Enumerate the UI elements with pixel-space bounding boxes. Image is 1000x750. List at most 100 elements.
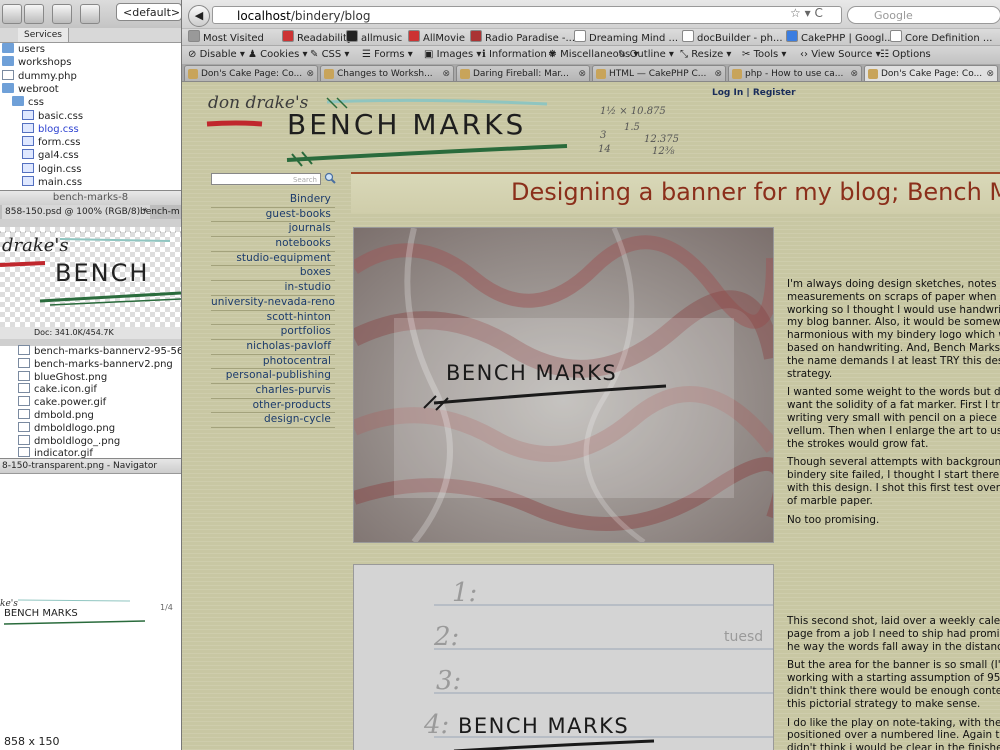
- site-search-input[interactable]: Search: [211, 173, 321, 185]
- nav-link[interactable]: other-products: [211, 399, 335, 414]
- post-photo-marble[interactable]: BENCH MARKS: [353, 227, 774, 543]
- bookmark-item[interactable]: Readability: [282, 30, 353, 44]
- undo-icon[interactable]: [52, 4, 72, 24]
- tree-item[interactable]: login.css: [0, 162, 81, 176]
- reload-icon[interactable]: C: [814, 6, 822, 20]
- nav-link[interactable]: university-nevada-reno: [211, 296, 335, 311]
- file-icon: [22, 176, 34, 186]
- close-icon[interactable]: ⊗: [578, 66, 586, 81]
- bookmark-item[interactable]: Dreaming Mind ...: [574, 30, 678, 44]
- nav-link[interactable]: design-cycle: [211, 413, 335, 428]
- tree-item[interactable]: cake.power.gif: [0, 396, 106, 409]
- tree-item[interactable]: blueGhost.png: [0, 370, 107, 384]
- webdev-menu-options[interactable]: ☷ Options: [880, 48, 931, 62]
- ps-tab-active[interactable]: 858-150.psd @ 100% (RGB/8) *: [2, 205, 151, 219]
- tree-item[interactable]: blog.css: [0, 122, 79, 136]
- ps-tab[interactable]: bench-m: [140, 205, 180, 219]
- browser-tab[interactable]: HTML — CakePHP C... ⊗: [592, 65, 726, 81]
- bookmark-item[interactable]: CakePHP | Googl...: [786, 30, 894, 44]
- dropdown-icon[interactable]: ▾: [805, 6, 811, 20]
- folder-icon[interactable]: [2, 4, 22, 24]
- browser-tab[interactable]: Don's Cake Page: Co... ⊗: [184, 65, 318, 81]
- tab-projects[interactable]: [0, 28, 19, 42]
- browser-tab[interactable]: Changes to Worksh... ⊗: [320, 65, 454, 81]
- webdev-menu-outline[interactable]: ✎ Outline ▾: [618, 48, 674, 62]
- nav-link[interactable]: notebooks: [211, 237, 335, 252]
- nav-link[interactable]: photocentral: [211, 355, 335, 370]
- tree-item[interactable]: cake.icon.gif: [0, 383, 97, 396]
- tab-label: Daring Fireball: Mar...: [473, 69, 569, 79]
- tree-item[interactable]: bench-marks-bannerv2.png: [0, 357, 173, 371]
- tab-services[interactable]: Services: [18, 28, 69, 42]
- webdev-menu-images[interactable]: ▣ Images ▾: [424, 48, 481, 62]
- tree-item[interactable]: dmboldlogo_.png: [0, 434, 120, 448]
- tree-item[interactable]: workshops: [0, 56, 71, 69]
- webdev-menu-view-source[interactable]: ‹› View Source ▾: [800, 48, 881, 62]
- tab-bar: Don's Cake Page: Co... ⊗ Changes to Worksh…: [182, 64, 1000, 82]
- close-icon[interactable]: ⊗: [714, 66, 722, 81]
- nav-link[interactable]: scott-hinton: [211, 311, 335, 326]
- config-select[interactable]: <default>: [116, 3, 181, 21]
- webdev-menu-forms[interactable]: ☰ Forms ▾: [362, 48, 413, 62]
- close-icon[interactable]: ⊗: [850, 66, 858, 81]
- tree-item[interactable]: form.css: [0, 136, 80, 149]
- nav-link[interactable]: in-studio: [211, 281, 335, 296]
- url-field[interactable]: localhost/bindery/blog: [212, 6, 842, 24]
- bookmark-item[interactable]: docBuilder - ph...: [682, 30, 783, 44]
- tree-item[interactable]: dmbold.png: [0, 409, 94, 422]
- redo-icon[interactable]: [80, 4, 100, 24]
- bookmark-item[interactable]: allmusic: [346, 30, 402, 44]
- nav-link[interactable]: nicholas-pavloff: [211, 340, 335, 355]
- navigator-thumbnail: ke's BENCH MARKS 1/4: [0, 599, 173, 625]
- text-line: bindery site failed, I thought I start t…: [787, 469, 1000, 482]
- bookmark-item[interactable]: Radio Paradise -...: [470, 30, 575, 44]
- ps-canvas[interactable]: drake's BENCH: [0, 227, 181, 327]
- nav-link[interactable]: charles-purvis: [211, 384, 335, 399]
- webdev-menu-tools[interactable]: ✂ Tools ▾: [742, 48, 786, 62]
- nav-link[interactable]: guest-books: [211, 208, 335, 223]
- close-icon[interactable]: ⊗: [442, 66, 450, 81]
- navigator-panel: 8-150-transparent.png - Navigator ke's B…: [0, 458, 181, 750]
- tree-item[interactable]: gal4.css: [0, 149, 79, 162]
- tree-item[interactable]: webroot: [0, 82, 59, 96]
- text-line: measurements on scraps of paper when I'r: [787, 290, 1000, 303]
- tree-item[interactable]: users: [0, 43, 45, 56]
- webdev-menu-disable[interactable]: ⊘ Disable ▾: [188, 48, 245, 62]
- post-photo-calendar[interactable]: 1: 2: 3: 4: tuesd BENCH MARKS: [353, 564, 774, 750]
- nav-link[interactable]: journals: [211, 222, 335, 238]
- bookmark-item[interactable]: Core Definition ...: [890, 30, 992, 44]
- nav-link[interactable]: personal-publishing: [211, 369, 335, 384]
- close-icon[interactable]: ⊗: [306, 66, 314, 81]
- nav-link[interactable]: studio-equipment: [211, 252, 335, 267]
- search-field[interactable]: Google: [847, 6, 1000, 24]
- nav-link[interactable]: portfolios: [211, 325, 335, 340]
- browser-tab[interactable]: Daring Fireball: Mar... ⊗: [456, 65, 590, 81]
- tree-item[interactable]: dummy.php: [0, 69, 77, 83]
- webdev-menu-cookies[interactable]: ♟ Cookies ▾: [248, 48, 308, 62]
- browser-tab[interactable]: php - How to use ca... ⊗: [728, 65, 862, 81]
- tree-item[interactable]: bench-marks-bannerv2-95-566.p: [0, 345, 181, 358]
- nav-link[interactable]: boxes: [211, 266, 335, 282]
- star-icon[interactable]: ☆: [790, 6, 801, 20]
- bookmark-item[interactable]: Most Visited: [188, 30, 264, 44]
- file-icon: [2, 69, 14, 80]
- nav-link[interactable]: Bindery: [211, 193, 335, 208]
- webdev-menu-css[interactable]: ✎ CSS ▾: [310, 48, 349, 62]
- tree-item[interactable]: css: [0, 96, 44, 109]
- bookmark-item[interactable]: AllMovie: [408, 30, 465, 44]
- browser-tab[interactable]: Don's Cake Page: Co... ⊗: [864, 65, 998, 81]
- tree-item[interactable]: main.css: [0, 176, 82, 189]
- register-link[interactable]: Register: [753, 88, 796, 98]
- save-icon[interactable]: [24, 4, 44, 24]
- tree-item[interactable]: dmboldlogo.png: [0, 421, 115, 435]
- paragraph: I wanted some weight to the words but di…: [787, 386, 1000, 450]
- webdev-menu-resize[interactable]: ⤡ Resize ▾: [680, 48, 731, 62]
- back-button[interactable]: ◀: [188, 5, 210, 27]
- close-icon[interactable]: ⊗: [986, 66, 994, 81]
- tree-item[interactable]: basic.css: [0, 109, 83, 123]
- banner-notes: 1½ × 10.875 1.5 3 12.375 14 12⅜: [598, 106, 679, 157]
- text-line: the strokes would grow fat.: [787, 437, 929, 450]
- webdev-label: Cookies: [260, 49, 300, 60]
- webdev-menu-information[interactable]: ℹ Information ▾: [482, 48, 555, 62]
- search-icon[interactable]: [324, 172, 336, 184]
